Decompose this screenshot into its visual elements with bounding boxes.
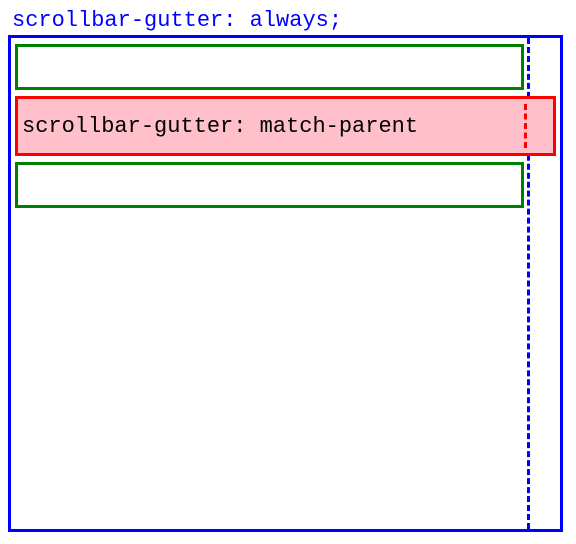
match-parent-box: scrollbar-gutter: match-parent <box>15 96 556 156</box>
red-gutter-line <box>524 104 527 148</box>
match-parent-label: scrollbar-gutter: match-parent <box>22 114 418 139</box>
scroll-container: scrollbar-gutter: match-parent <box>8 35 563 532</box>
page-title: scrollbar-gutter: always; <box>8 8 568 33</box>
green-box-1 <box>15 44 524 90</box>
green-box-2 <box>15 162 524 208</box>
